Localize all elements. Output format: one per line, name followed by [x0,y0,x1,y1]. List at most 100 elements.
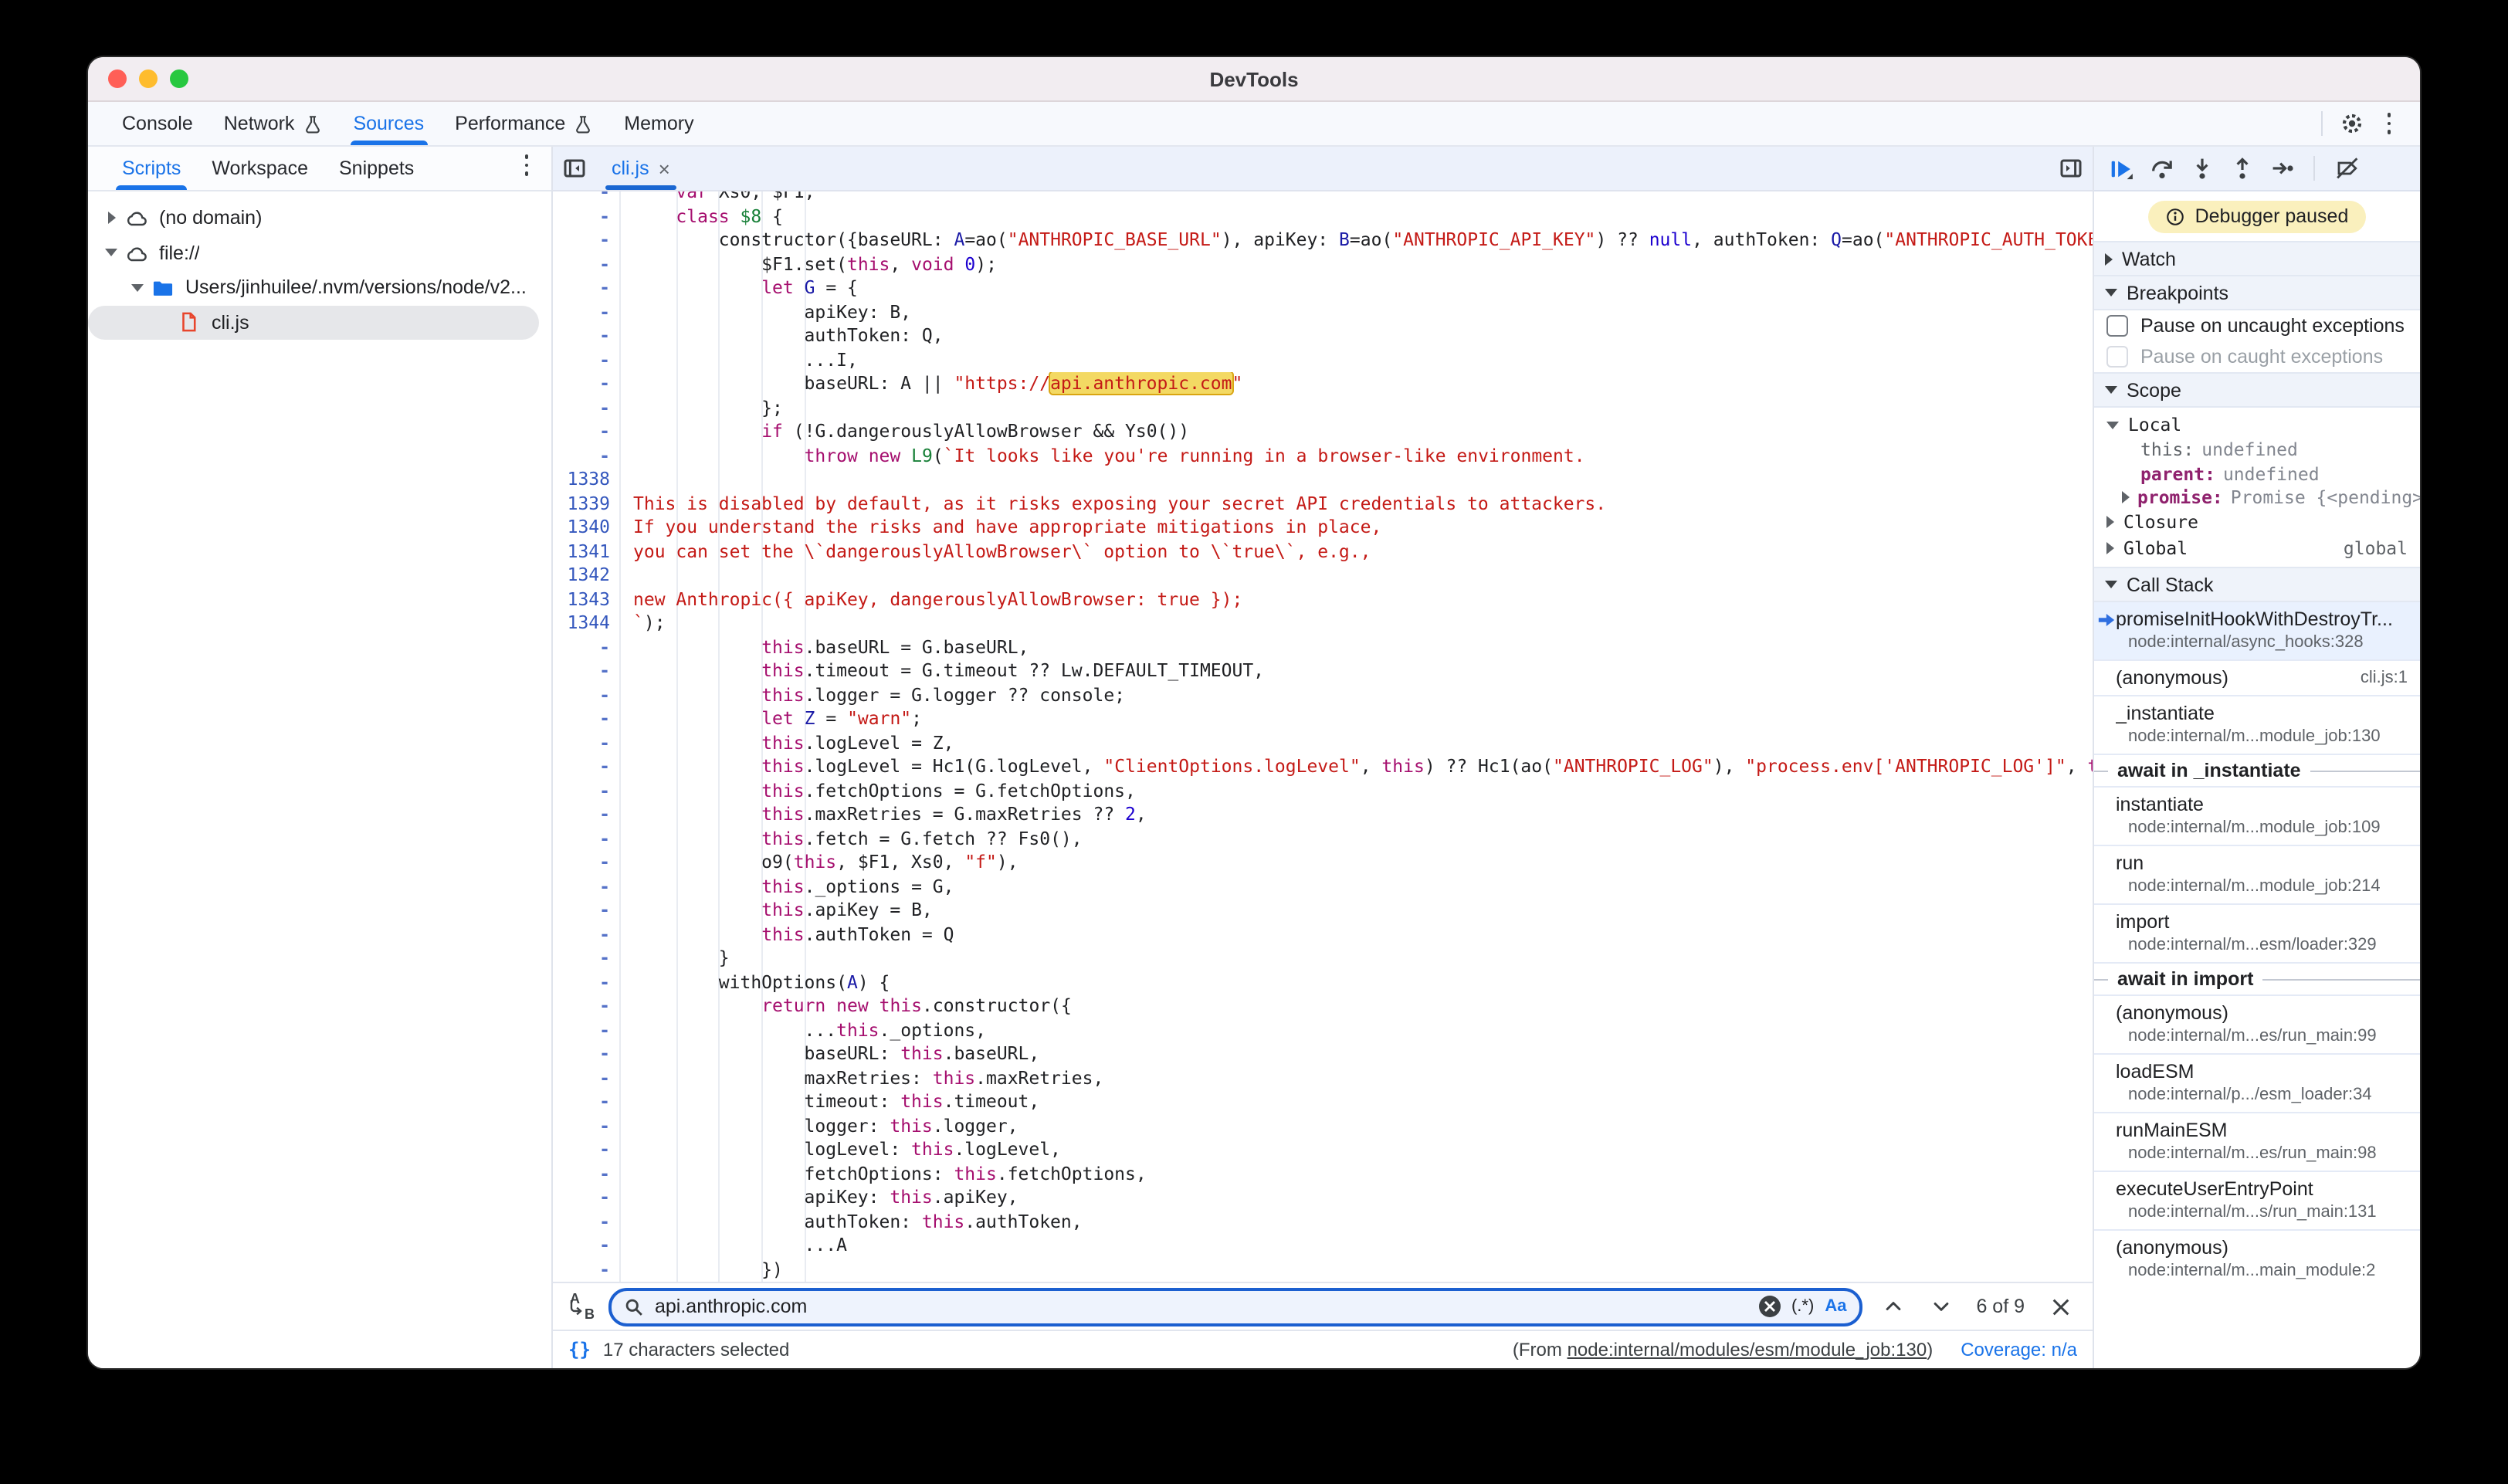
line-gutter[interactable]: 1338 [553,468,621,492]
disclosure-right-icon[interactable] [100,212,122,225]
code-text[interactable]: this.logLevel = Z, [621,731,2093,755]
line-gutter[interactable]: - [553,659,621,683]
editor-tab-clijs[interactable]: cli.js × [596,147,686,190]
close-window-button[interactable] [108,69,127,88]
line-gutter[interactable]: - [553,252,621,276]
code-text[interactable]: o9(this, $F1, Xs0, "f"), [621,851,2093,875]
line-gutter[interactable]: 1342 [553,564,621,588]
call-stack-frame[interactable]: loadESMnode:internal/p.../esm_loader:34 [2094,1053,2420,1112]
line-gutter[interactable]: - [553,1042,621,1066]
code-text[interactable]: this.logLevel = Hc1(G.logLevel, "ClientO… [621,755,2093,779]
section-scope[interactable]: Scope [2094,372,2420,408]
scope-var-promise[interactable]: promise:Promise {<pending>} [2094,486,2420,510]
code-text[interactable]: apiKey: this.apiKey, [621,1186,2093,1210]
tree-item-no-domain[interactable]: (no domain) [88,201,551,235]
previous-match-icon[interactable] [1876,1289,1910,1323]
line-gutter[interactable]: - [553,205,621,229]
line-gutter[interactable]: - [553,396,621,420]
call-stack-frame[interactable]: importnode:internal/m...esm/loader:329 [2094,903,2420,962]
search-input[interactable]: api.anthropic.com (.*) Aa [608,1287,1862,1326]
tab-performance[interactable]: Performance [439,102,608,145]
step-over-icon[interactable] [2142,150,2181,187]
call-stack-frame[interactable]: promiseInitHookWithDestroyTr...node:inte… [2094,602,2420,659]
line-gutter[interactable]: - [553,875,621,899]
line-gutter[interactable]: 1341 [553,540,621,564]
code-text[interactable]: new Anthropic({ apiKey, dangerouslyAllow… [621,588,2093,612]
line-gutter[interactable]: - [553,899,621,923]
code-text[interactable]: `); [621,612,2093,635]
line-gutter[interactable]: - [553,372,621,396]
line-gutter[interactable]: - [553,1138,621,1162]
code-text[interactable]: let Z = "warn"; [621,707,2093,731]
line-gutter[interactable]: 1339 [553,492,621,516]
zoom-window-button[interactable] [170,69,188,88]
line-gutter[interactable]: - [553,851,621,875]
code-text[interactable]: }; [621,396,2093,420]
code-text[interactable]: logLevel: this.logLevel, [621,1138,2093,1162]
line-gutter[interactable]: - [553,1090,621,1114]
code-text[interactable]: ...I, [621,348,2093,372]
line-gutter[interactable]: - [553,827,621,851]
more-options-kebab-icon[interactable] [2371,105,2408,142]
code-text[interactable]: this._options = G, [621,875,2093,899]
line-gutter[interactable]: 1343 [553,588,621,612]
tab-workspace[interactable]: Workspace [196,147,324,190]
code-text[interactable]: this.authToken = Q [621,923,2093,947]
line-gutter[interactable]: - [553,1258,621,1282]
section-call-stack[interactable]: Call Stack [2094,567,2420,602]
line-gutter[interactable]: - [553,803,621,827]
line-gutter[interactable]: - [553,420,621,444]
line-gutter[interactable]: - [553,444,621,468]
tab-scripts[interactable]: Scripts [107,147,196,190]
minimize-window-button[interactable] [139,69,158,88]
code-text[interactable]: this.maxRetries = G.maxRetries ?? 2, [621,803,2093,827]
code-text[interactable]: constructor({baseURL: A=ao("ANTHROPIC_BA… [621,229,2093,252]
code-text[interactable]: this.baseURL = G.baseURL, [621,635,2093,659]
tab-memory[interactable]: Memory [608,102,709,145]
code-text[interactable]: return new this.constructor({ [621,994,2093,1018]
line-gutter[interactable]: - [553,1066,621,1090]
step-into-icon[interactable] [2182,150,2221,187]
line-gutter[interactable]: - [553,1114,621,1138]
sidebar-more-kebab-icon[interactable] [508,147,545,184]
code-text[interactable]: this.fetchOptions = G.fetchOptions, [621,779,2093,803]
settings-gear-icon[interactable] [2333,105,2371,142]
call-stack-frame[interactable]: executeUserEntryPointnode:internal/m...s… [2094,1171,2420,1229]
call-stack-frame[interactable]: runMainESMnode:internal/m...es/run_main:… [2094,1112,2420,1171]
deactivate-breakpoints-icon[interactable] [2327,150,2366,187]
tree-item-cli-js[interactable]: cli.js [88,305,539,340]
line-gutter[interactable]: - [553,1234,621,1258]
code-text[interactable]: fetchOptions: this.fetchOptions, [621,1162,2093,1186]
line-gutter[interactable]: - [553,348,621,372]
code-text[interactable]: class $8 { [621,205,2093,229]
line-gutter[interactable]: 1344 [553,612,621,635]
code-text[interactable]: if (!G.dangerouslyAllowBrowser && Ys0()) [621,420,2093,444]
step-out-icon[interactable] [2222,150,2261,187]
code-text[interactable]: ...this._options, [621,1018,2093,1042]
line-gutter[interactable]: - [553,779,621,803]
tree-item-users-jinhuilee-nvm-versions-node-v2[interactable]: Users/jinhuilee/.nvm/versions/node/v2... [88,270,551,305]
code-text[interactable]: ...A [621,1234,2093,1258]
code-text[interactable]: baseURL: this.baseURL, [621,1042,2093,1066]
call-stack-frame[interactable]: runnode:internal/m...module_job:214 [2094,845,2420,903]
match-case-toggle[interactable]: Aa [1825,1297,1846,1316]
tree-item-file[interactable]: file:// [88,235,551,270]
code-text[interactable]: maxRetries: this.maxRetries, [621,1066,2093,1090]
code-text[interactable]: apiKey: B, [621,300,2093,324]
pretty-print-icon[interactable]: {} [568,1339,591,1360]
code-text[interactable]: var Xs0, $F1; [621,191,2093,205]
disclosure-down-icon[interactable] [100,249,122,257]
call-stack-frame[interactable]: (anonymous)node:internal/m...main_module… [2094,1229,2420,1288]
coverage-link[interactable]: Coverage: n/a [1961,1339,2077,1360]
regex-toggle[interactable]: (.*) [1791,1297,1814,1316]
line-gutter[interactable]: - [553,276,621,300]
code-text[interactable]: this.logger = G.logger ?? console; [621,683,2093,707]
code-text[interactable]: withOptions(A) { [621,971,2093,994]
code-text[interactable]: $F1.set(this, void 0); [621,252,2093,276]
line-gutter[interactable]: - [553,229,621,252]
replace-toggle-icon[interactable]: A B [568,1293,595,1320]
tab-sources[interactable]: Sources [337,102,439,145]
close-search-icon[interactable] [2043,1289,2077,1323]
code-text[interactable]: throw new L9(`It looks like you're runni… [621,444,2093,468]
line-gutter[interactable]: - [553,731,621,755]
